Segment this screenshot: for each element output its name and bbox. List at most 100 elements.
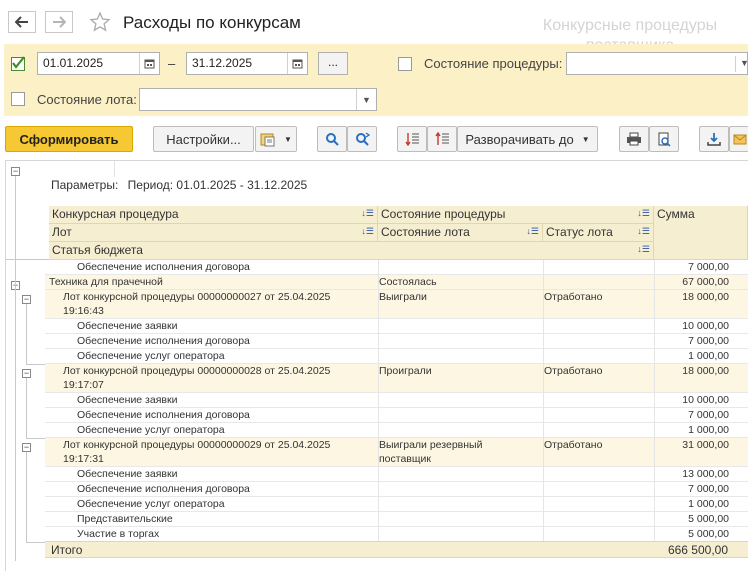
date-from-value: 01.01.2025 xyxy=(43,56,104,70)
column-divider xyxy=(543,334,544,349)
date-to-value: 31.12.2025 xyxy=(192,56,253,70)
row-name-text: Лот конкурсной процедуры 00000000029 от … xyxy=(63,439,331,451)
variants-button[interactable]: ▼ xyxy=(255,126,297,152)
table-row[interactable]: Лот конкурсной процедуры 00000000028 от … xyxy=(45,364,748,393)
row-name: Лот конкурсной процедуры 00000000027 от … xyxy=(63,290,375,318)
row-status xyxy=(544,497,649,511)
sort-icon: ↓☰ xyxy=(637,244,650,254)
collapse-lot-toggle[interactable]: − xyxy=(22,369,31,378)
table-row[interactable]: Участие в торгах 5 000,00 xyxy=(45,527,748,542)
calendar-from-button[interactable] xyxy=(139,53,159,74)
period-select-button[interactable]: ... xyxy=(318,52,348,75)
print-preview-icon xyxy=(658,132,671,147)
row-name: Обеспечение исполнения договора xyxy=(77,408,375,422)
column-divider xyxy=(543,512,544,527)
column-divider xyxy=(378,467,379,482)
tree-line xyxy=(26,364,45,365)
search-button[interactable] xyxy=(317,126,347,152)
column-divider xyxy=(378,527,379,542)
column-header-procedure-state-label: Состояние процедуры xyxy=(381,207,506,221)
star-icon xyxy=(89,11,111,32)
collapse-lot-toggle[interactable]: − xyxy=(22,443,31,452)
table-row[interactable]: Представительские 5 000,00 xyxy=(45,512,748,527)
table-row[interactable]: Обеспечение услуг оператора 1 000,00 xyxy=(45,349,748,364)
print-button[interactable] xyxy=(619,126,649,152)
row-status xyxy=(544,275,649,289)
row-sum: 67 000,00 xyxy=(682,276,729,288)
column-divider xyxy=(543,497,544,512)
checkmark-icon xyxy=(12,56,25,69)
lot-state-input[interactable]: ▼ xyxy=(139,88,377,111)
table-row[interactable]: Техника для прачечной Состоялась 67 000,00 xyxy=(45,275,748,290)
total-row: Итого 666 500,00 xyxy=(45,541,748,558)
procedure-state-input[interactable] xyxy=(566,52,748,75)
table-row[interactable]: Лот конкурсной процедуры 00000000029 от … xyxy=(45,438,748,467)
settings-label: Настройки... xyxy=(166,131,241,147)
table-row[interactable]: Обеспечение услуг оператора 1 000,00 xyxy=(45,497,748,512)
table-row[interactable]: Обеспечение заявки 10 000,00 xyxy=(45,393,748,408)
column-divider xyxy=(378,319,379,334)
column-header-procedure-state[interactable]: Состояние процедуры ↓☰ xyxy=(378,206,654,224)
expand-levels-button[interactable] xyxy=(427,126,457,152)
expand-to-button[interactable]: Разворачивать до ▼ xyxy=(457,126,598,152)
tree-line xyxy=(26,542,45,543)
period-checkbox[interactable] xyxy=(11,56,25,71)
row-name-text: Лот конкурсной процедуры 00000000028 от … xyxy=(63,365,331,377)
row-state xyxy=(379,334,539,348)
column-divider xyxy=(378,497,379,512)
print-preview-button[interactable] xyxy=(649,126,679,152)
calendar-icon xyxy=(144,59,155,69)
arrow-left-icon xyxy=(15,16,28,28)
more-label: ... xyxy=(327,55,338,69)
chevron-down-icon: ▼ xyxy=(284,134,292,144)
chevron-down-icon[interactable]: ▼ xyxy=(740,58,748,68)
table-row[interactable]: Обеспечение услуг оператора 1 000,00 xyxy=(45,423,748,438)
lot-state-label: Состояние лота: xyxy=(37,92,137,107)
table-row[interactable]: Обеспечение исполнения договора 7 000,00 xyxy=(45,334,748,349)
params-value: Период: 01.01.2025 - 31.12.2025 xyxy=(127,178,308,192)
tree-line xyxy=(6,259,49,260)
back-button[interactable] xyxy=(8,11,36,33)
column-header-sum[interactable]: Сумма xyxy=(654,206,748,260)
column-header-budget-item[interactable]: Статья бюджета ↓☰ xyxy=(49,242,654,260)
collapse-params-toggle[interactable]: − xyxy=(11,167,20,176)
row-state xyxy=(379,423,539,437)
column-header-lot[interactable]: Лот ↓☰ xyxy=(49,224,378,242)
row-sum: 7 000,00 xyxy=(688,409,729,421)
row-sum: 18 000,00 xyxy=(682,291,729,303)
row-status: Отработано xyxy=(544,439,603,451)
generate-button[interactable]: Сформировать xyxy=(5,126,133,152)
lot-state-dropdown-button[interactable]: ▼ xyxy=(356,89,376,110)
search-next-button[interactable] xyxy=(347,126,377,152)
calendar-to-button[interactable] xyxy=(287,53,307,74)
collapse-lot-toggle[interactable]: − xyxy=(22,295,31,304)
send-email-button[interactable] xyxy=(729,126,748,152)
procedure-state-checkbox[interactable] xyxy=(398,57,412,71)
lot-state-checkbox[interactable] xyxy=(11,92,25,106)
favorite-button[interactable] xyxy=(89,11,111,36)
table-row[interactable]: Лот конкурсной процедуры 00000000027 от … xyxy=(45,290,748,319)
tree-line xyxy=(26,438,45,439)
column-header-procedure[interactable]: Конкурсная процедура ↓☰ xyxy=(49,206,378,224)
table-row[interactable]: Обеспечение исполнения договора 7 000,00 xyxy=(45,408,748,423)
list-expand-icon xyxy=(435,132,449,145)
table-row[interactable]: Обеспечение исполнения договора 7 000,00 xyxy=(45,260,748,275)
column-divider xyxy=(378,482,379,497)
tree-line xyxy=(26,304,27,364)
settings-button[interactable]: Настройки... xyxy=(153,126,254,152)
total-value: 666 500,00 xyxy=(667,543,728,557)
table-row[interactable]: Обеспечение исполнения договора 7 000,00 xyxy=(45,482,748,497)
divider xyxy=(735,56,736,72)
save-button[interactable] xyxy=(699,126,729,152)
column-header-lot-status[interactable]: Статус лота ↓☰ xyxy=(543,224,654,242)
table-row[interactable]: Обеспечение заявки 13 000,00 xyxy=(45,467,748,482)
row-name: Лот конкурсной процедуры 00000000028 от … xyxy=(63,364,375,392)
column-header-lot-state[interactable]: Состояние лота ↓☰ xyxy=(378,224,543,242)
date-to-input[interactable]: 31.12.2025 xyxy=(186,52,308,75)
collapse-levels-button[interactable] xyxy=(397,126,427,152)
row-name-text: Техника для прачечной xyxy=(49,276,163,288)
forward-button[interactable] xyxy=(45,11,73,33)
row-state-text-2: поставщик xyxy=(379,453,431,465)
date-from-input[interactable]: 01.01.2025 xyxy=(37,52,160,75)
table-row[interactable]: Обеспечение заявки 10 000,00 xyxy=(45,319,748,334)
